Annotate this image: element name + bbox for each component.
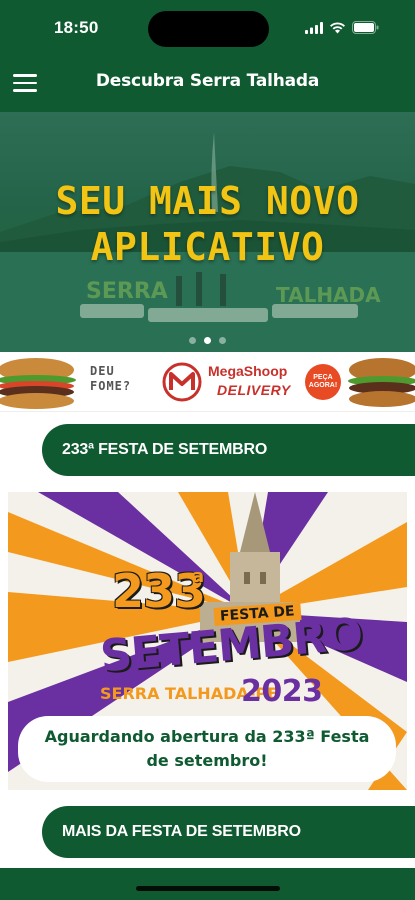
- carousel-dot-3[interactable]: [219, 337, 226, 344]
- hero-headline: SEU MAIS NOVO APLICATIVO: [0, 178, 415, 270]
- cellular-signal-icon: [305, 19, 323, 38]
- ad-brand: MegaShoop: [208, 363, 288, 379]
- carousel-dot-2[interactable]: [204, 337, 211, 344]
- ad-cta-line1: PEÇA: [313, 374, 333, 381]
- ad-cta-badge[interactable]: PEÇA AGORA!: [305, 364, 341, 400]
- burger-icon-right: [347, 356, 415, 411]
- hero-headline-line1: SEU MAIS NOVO: [55, 179, 360, 223]
- app-title: Descubra Serra Talhada: [95, 71, 320, 91]
- event-poster[interactable]: 233 a FESTA DE SETEMBRO SERRA TALHADA-PE…: [8, 492, 407, 790]
- hero-carousel[interactable]: SERRA TALHADA SEU MAIS NOVO APLICATIVO: [0, 112, 415, 352]
- wifi-icon: [329, 19, 346, 38]
- ad-banner[interactable]: DEU FOME? MegaShoop DELIVERY PEÇA AGORA!: [0, 352, 415, 412]
- carousel-indicator[interactable]: [0, 337, 415, 344]
- ad-service: DELIVERY: [217, 382, 291, 398]
- ad-tagline-line1: DEU: [90, 364, 115, 378]
- burger-icon: [0, 356, 78, 411]
- carousel-dot-1[interactable]: [189, 337, 196, 344]
- poster-year: 2023: [241, 674, 323, 709]
- battery-icon: [352, 19, 379, 38]
- status-time: 18:50: [54, 18, 99, 37]
- megashoop-logo-icon: [162, 362, 202, 406]
- status-bar: 18:50: [0, 0, 415, 54]
- poster-status-message: Aguardando abertura da 233ª Festa de set…: [18, 716, 396, 782]
- status-icons: [305, 19, 379, 38]
- dynamic-island: [148, 11, 269, 47]
- hero-headline-line2: APLICATIVO: [90, 225, 325, 269]
- home-indicator[interactable]: [136, 886, 280, 891]
- section-mais-festa-setembro[interactable]: MAIS DA FESTA DE SETEMBRO: [42, 806, 415, 858]
- section-festa-setembro[interactable]: 233ª FESTA DE SETEMBRO: [42, 424, 415, 476]
- ad-cta-line2: AGORA!: [308, 382, 338, 389]
- app-header: 18:50 Descubra Serra Talhada: [0, 0, 415, 112]
- ad-tagline-line2: FOME?: [90, 379, 132, 393]
- ad-tagline: DEU FOME?: [90, 364, 156, 394]
- bottom-bar: [0, 868, 415, 900]
- poster-number-suffix: a: [192, 566, 205, 587]
